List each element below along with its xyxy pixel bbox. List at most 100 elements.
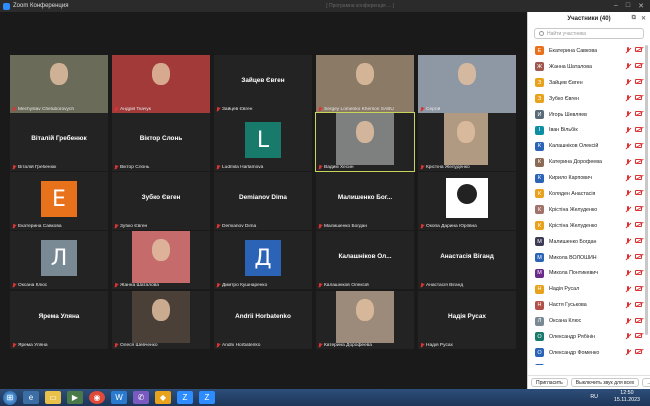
participant-name: Сергій [426, 107, 441, 112]
participant-tile[interactable]: Калашніков Ол... Калашніков Олексій [316, 231, 414, 289]
participant-tile[interactable]: Окопа Дарина Юріївна [418, 172, 516, 230]
participant-name: Надія Русах [426, 343, 453, 348]
participant-tile[interactable]: Вадим Хесин [315, 112, 415, 172]
participant-name-label: Екатерина Савкова [12, 224, 106, 229]
chrome-icon[interactable]: ◉ [89, 391, 105, 404]
folder-icon[interactable]: ▭ [45, 391, 61, 404]
participant-name: Калашніков Олексій [324, 283, 369, 288]
participant-list-name: Настя Гуськова [549, 302, 587, 309]
participant-row[interactable]: ООлександр Шапіков [528, 361, 646, 365]
participant-tile[interactable]: Малишенко Бог... Малишенко Богдан [316, 172, 414, 230]
participant-name-label: Віталій Гребенюк [12, 165, 106, 170]
participant-name-label: Надія Русах [420, 343, 514, 348]
close-icon[interactable]: ✕ [638, 2, 644, 10]
participant-list-avatar: К [535, 173, 544, 183]
participant-list-name: Оксана Клюс [549, 318, 582, 325]
participant-tile[interactable]: Л Оксана Клюс [10, 231, 108, 289]
participant-row[interactable]: Ж Жанна Шаталова [528, 59, 646, 75]
app-icon[interactable]: ◆ [155, 391, 171, 404]
participant-tile[interactable]: Катерина Дорофеева [316, 291, 414, 349]
participant-row[interactable]: М Малишенко Богдан [528, 234, 646, 250]
participant-list-name: Крістіна Желуденко [549, 206, 598, 213]
participant-row[interactable]: Н Надія Русал [528, 281, 646, 297]
participant-tile[interactable]: Віктор Слонь Віктор Слонь [112, 113, 210, 171]
participant-display-name: Зайцев Євген [241, 77, 285, 84]
participant-row[interactable]: К Кирило Карпович [528, 170, 646, 186]
media-icon[interactable]: ▶ [67, 391, 83, 404]
zoom-icon[interactable]: Z [177, 391, 193, 404]
participant-name: Віталій Гребенюк [18, 165, 57, 170]
participant-row[interactable]: М Микола ВОЛОШИН [528, 250, 646, 266]
participant-list-avatar: О [535, 364, 544, 365]
muted-mic-icon [420, 165, 424, 170]
participant-tile[interactable]: Sergey Lomenko Kherson SABU [316, 55, 414, 113]
muted-mic-icon [420, 283, 424, 288]
muted-mic-icon [12, 165, 16, 170]
word-icon[interactable]: W [111, 391, 127, 404]
maximize-icon[interactable]: □ [626, 2, 630, 10]
participant-avatar: Е [41, 181, 77, 217]
participant-row[interactable]: К Катерина Дорофеева [528, 154, 646, 170]
participant-row[interactable]: І Іван Вільбік [528, 122, 646, 138]
video-grid: Mechyslav Cheluborovych Андрій Ткачук Зайц… [0, 12, 527, 389]
participant-name-label: Sergey Lomenko Kherson SABU [318, 107, 412, 112]
participant-row[interactable]: Н Настя Гуськова [528, 297, 646, 313]
participant-row[interactable]: К Калашніков Олексій [528, 138, 646, 154]
participant-row[interactable]: К Крістіна Желуденко [528, 218, 646, 234]
participant-row[interactable]: К Коляден Анастасія [528, 186, 646, 202]
participant-list-avatar: Н [535, 284, 544, 294]
participant-row[interactable]: О Олександр Рябінін [528, 329, 646, 345]
participant-tile[interactable]: Mechyslav Cheluborovych [10, 55, 108, 113]
participant-row[interactable]: К Крістіна Желуденко [528, 202, 646, 218]
participant-search[interactable]: Найти участника [534, 28, 644, 39]
camera-off-icon [635, 317, 642, 323]
participant-tile[interactable]: Е Екатерина Савкова [10, 172, 108, 230]
participant-tile[interactable]: Сергій [418, 55, 516, 113]
start-button-icon[interactable]: ⊞ [3, 390, 17, 405]
participant-tile[interactable]: Андрій Ткачук [112, 55, 210, 113]
participant-tile[interactable]: Зубко Євген Зубко Євген [112, 172, 210, 230]
participant-tile[interactable]: Зайцев Євген Зайцев Євген [214, 55, 312, 113]
participant-tile[interactable]: Д Дмитро Кушнаренко [214, 231, 312, 289]
participant-tile[interactable]: Олеся Шевченко [112, 291, 210, 349]
participant-row[interactable]: И Игорь Шевляев [528, 107, 646, 123]
mute-all-button[interactable]: Выключить звук для всех [570, 378, 640, 387]
participant-row[interactable]: З Зубко Євген [528, 91, 646, 107]
language-indicator[interactable]: RU [590, 394, 598, 400]
participant-display-name: Demianov Dima [239, 194, 287, 201]
participant-tile[interactable]: Надія Русах Надія Русах [418, 291, 516, 349]
participant-tile[interactable]: Ярема Уляна Ярема Уляна [10, 291, 108, 349]
zoom-meeting-icon[interactable]: Z [199, 391, 215, 404]
participant-row[interactable]: О Олександр Фоменко [528, 345, 646, 361]
camera-off-icon [635, 254, 642, 260]
participant-tile[interactable]: Жанна Шаталова [112, 231, 210, 289]
ie-icon[interactable]: e [23, 391, 39, 404]
viber-icon[interactable]: ✆ [133, 391, 149, 404]
clock-time: 12:50 [620, 390, 634, 396]
participant-tile[interactable]: L Ludmila Harlamova [214, 113, 312, 171]
participant-row[interactable]: З Зайцев Євген [528, 75, 646, 91]
participant-name-label: Сергій [420, 107, 514, 112]
more-button[interactable]: ... [642, 378, 650, 387]
muted-mic-icon [625, 142, 631, 150]
participants-panel: Участники (40) ⧉ ✕ Найти участника Е Екат… [527, 12, 650, 389]
participant-list-scrollbar[interactable] [645, 45, 648, 335]
participant-row[interactable]: Е Екатерина Савкова [528, 43, 646, 59]
popout-icon[interactable]: ⧉ [632, 15, 636, 22]
participant-tile[interactable]: Анастасія Віганд Анастасія Віганд [418, 231, 516, 289]
minimize-icon[interactable]: – [614, 2, 618, 10]
panel-title: Участники (40) [567, 15, 611, 22]
window-title: Zoom Конференция [13, 3, 69, 9]
participant-tile[interactable]: Віталій Гребенюк Віталій Гребенюк [10, 113, 108, 171]
participant-row[interactable]: Л Оксана Клюс [528, 313, 646, 329]
participant-row[interactable]: М Микола Понтикевич [528, 265, 646, 281]
participant-list-name: Екатерина Савкова [549, 47, 598, 54]
close-panel-icon[interactable]: ✕ [641, 15, 646, 22]
participant-tile[interactable]: Andrii Horbatenko Andrii Horbatenko [214, 291, 312, 349]
participant-tile[interactable]: Demianov Dima Demianov Dima [214, 172, 312, 230]
participant-tile[interactable]: Крістіна Желуденко [418, 113, 516, 171]
participant-video [132, 291, 190, 343]
system-clock[interactable]: 12:50 15.11.2023 [614, 390, 640, 404]
invite-button[interactable]: Пригласить [531, 378, 568, 387]
camera-off-icon [635, 95, 642, 101]
